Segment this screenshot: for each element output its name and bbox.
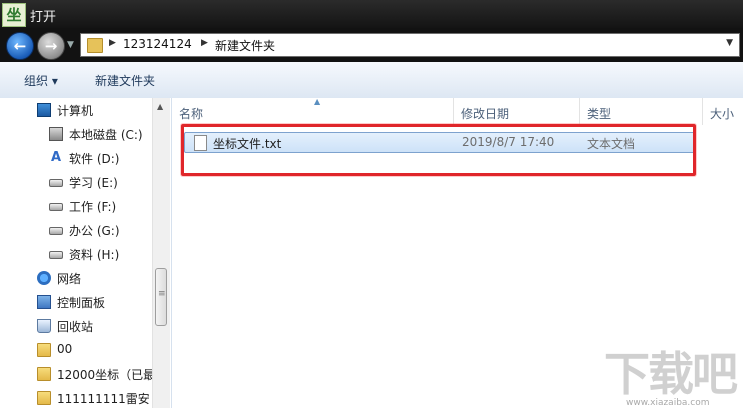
nav-item-label: 办公 (G:)	[69, 224, 120, 238]
nav-item-label: 控制面板	[57, 296, 106, 310]
scrollbar-thumb[interactable]: ≡	[155, 268, 167, 326]
column-header-label: 类型	[587, 107, 612, 121]
sort-ascending-icon: ▲	[314, 97, 321, 106]
highlight-box	[181, 124, 696, 176]
nav-item-label: 软件 (D:)	[69, 152, 120, 166]
watermark-text: 下载吧	[604, 347, 738, 401]
nav-item-label: 计算机	[57, 104, 94, 118]
new-folder-button[interactable]: 新建文件夹	[95, 72, 155, 89]
column-header-type[interactable]: 类型	[580, 98, 703, 125]
drive-icon	[49, 251, 63, 259]
address-row: ← → ▼ ▶ 123124124 ▶ 新建文件夹 ▼	[0, 28, 743, 62]
column-header-label: 名称	[179, 107, 204, 121]
control-panel-icon	[37, 295, 51, 309]
column-header-name[interactable]: 名称 ▲	[172, 97, 454, 125]
folder-icon	[37, 343, 51, 357]
nav-item-label: 网络	[57, 272, 82, 286]
nav-item-label: 本地磁盘 (C:)	[69, 128, 143, 142]
grip-icon: ≡	[158, 289, 166, 299]
nav-item-label: 12000坐标（已最	[57, 368, 156, 382]
watermark-logo: 下载吧 www.xiazaiba.com	[604, 348, 743, 408]
drive-icon	[49, 227, 63, 235]
drive-icon	[49, 203, 63, 211]
recent-locations-dropdown-icon[interactable]: ▼	[67, 40, 74, 50]
breadcrumb-item[interactable]: 新建文件夹	[215, 37, 275, 54]
nav-item-label: 学习 (E:)	[69, 176, 118, 190]
breadcrumb-separator-icon[interactable]: ▶	[201, 38, 208, 48]
nav-item-label: 111111111雷安	[57, 392, 150, 406]
computer-icon	[37, 103, 51, 117]
folder-icon	[37, 391, 51, 405]
app-icon: 坐	[2, 3, 26, 27]
column-header-size[interactable]: 大小	[703, 98, 743, 125]
dvd-drive-icon: A	[49, 150, 63, 165]
recycle-bin-icon	[37, 319, 51, 333]
nav-item-label: 00	[57, 342, 73, 356]
column-header-modified[interactable]: 修改日期	[454, 98, 580, 125]
nav-item-label: 工作 (F:)	[69, 200, 117, 214]
column-header-label: 大小	[710, 107, 735, 121]
folder-icon	[37, 367, 51, 381]
address-bar[interactable]: ▶ 123124124 ▶ 新建文件夹 ▼	[80, 33, 740, 57]
scroll-up-icon[interactable]: ▲	[157, 102, 163, 111]
navigation-scrollbar[interactable]: ▲ ≡	[152, 98, 170, 408]
forward-arrow-icon: →	[44, 37, 58, 55]
toolbar: 组织 ▾ 新建文件夹	[0, 62, 743, 99]
drive-icon	[49, 179, 63, 187]
address-dropdown-icon[interactable]: ▼	[726, 38, 733, 48]
column-header-label: 修改日期	[461, 107, 510, 121]
back-button[interactable]: ←	[6, 32, 34, 60]
system-drive-icon	[49, 127, 63, 141]
folder-icon	[87, 38, 103, 53]
back-arrow-icon: ←	[13, 37, 27, 55]
organize-button[interactable]: 组织 ▾	[24, 72, 58, 89]
breadcrumb-separator-icon[interactable]: ▶	[109, 38, 116, 48]
watermark-url: www.xiazaiba.com	[626, 398, 710, 408]
navigation-pane: 计算机 本地磁盘 (C:) A 软件 (D:) 学习 (E:) 工作 (F:) …	[0, 98, 171, 408]
nav-item-label: 资料 (H:)	[69, 248, 120, 262]
breadcrumb-item[interactable]: 123124124	[123, 37, 192, 51]
forward-button[interactable]: →	[37, 32, 65, 60]
nav-item-label: 回收站	[57, 320, 94, 334]
window-title: 打开	[30, 10, 57, 25]
title-bar: 坐 打开	[0, 0, 743, 28]
network-icon	[37, 271, 51, 285]
